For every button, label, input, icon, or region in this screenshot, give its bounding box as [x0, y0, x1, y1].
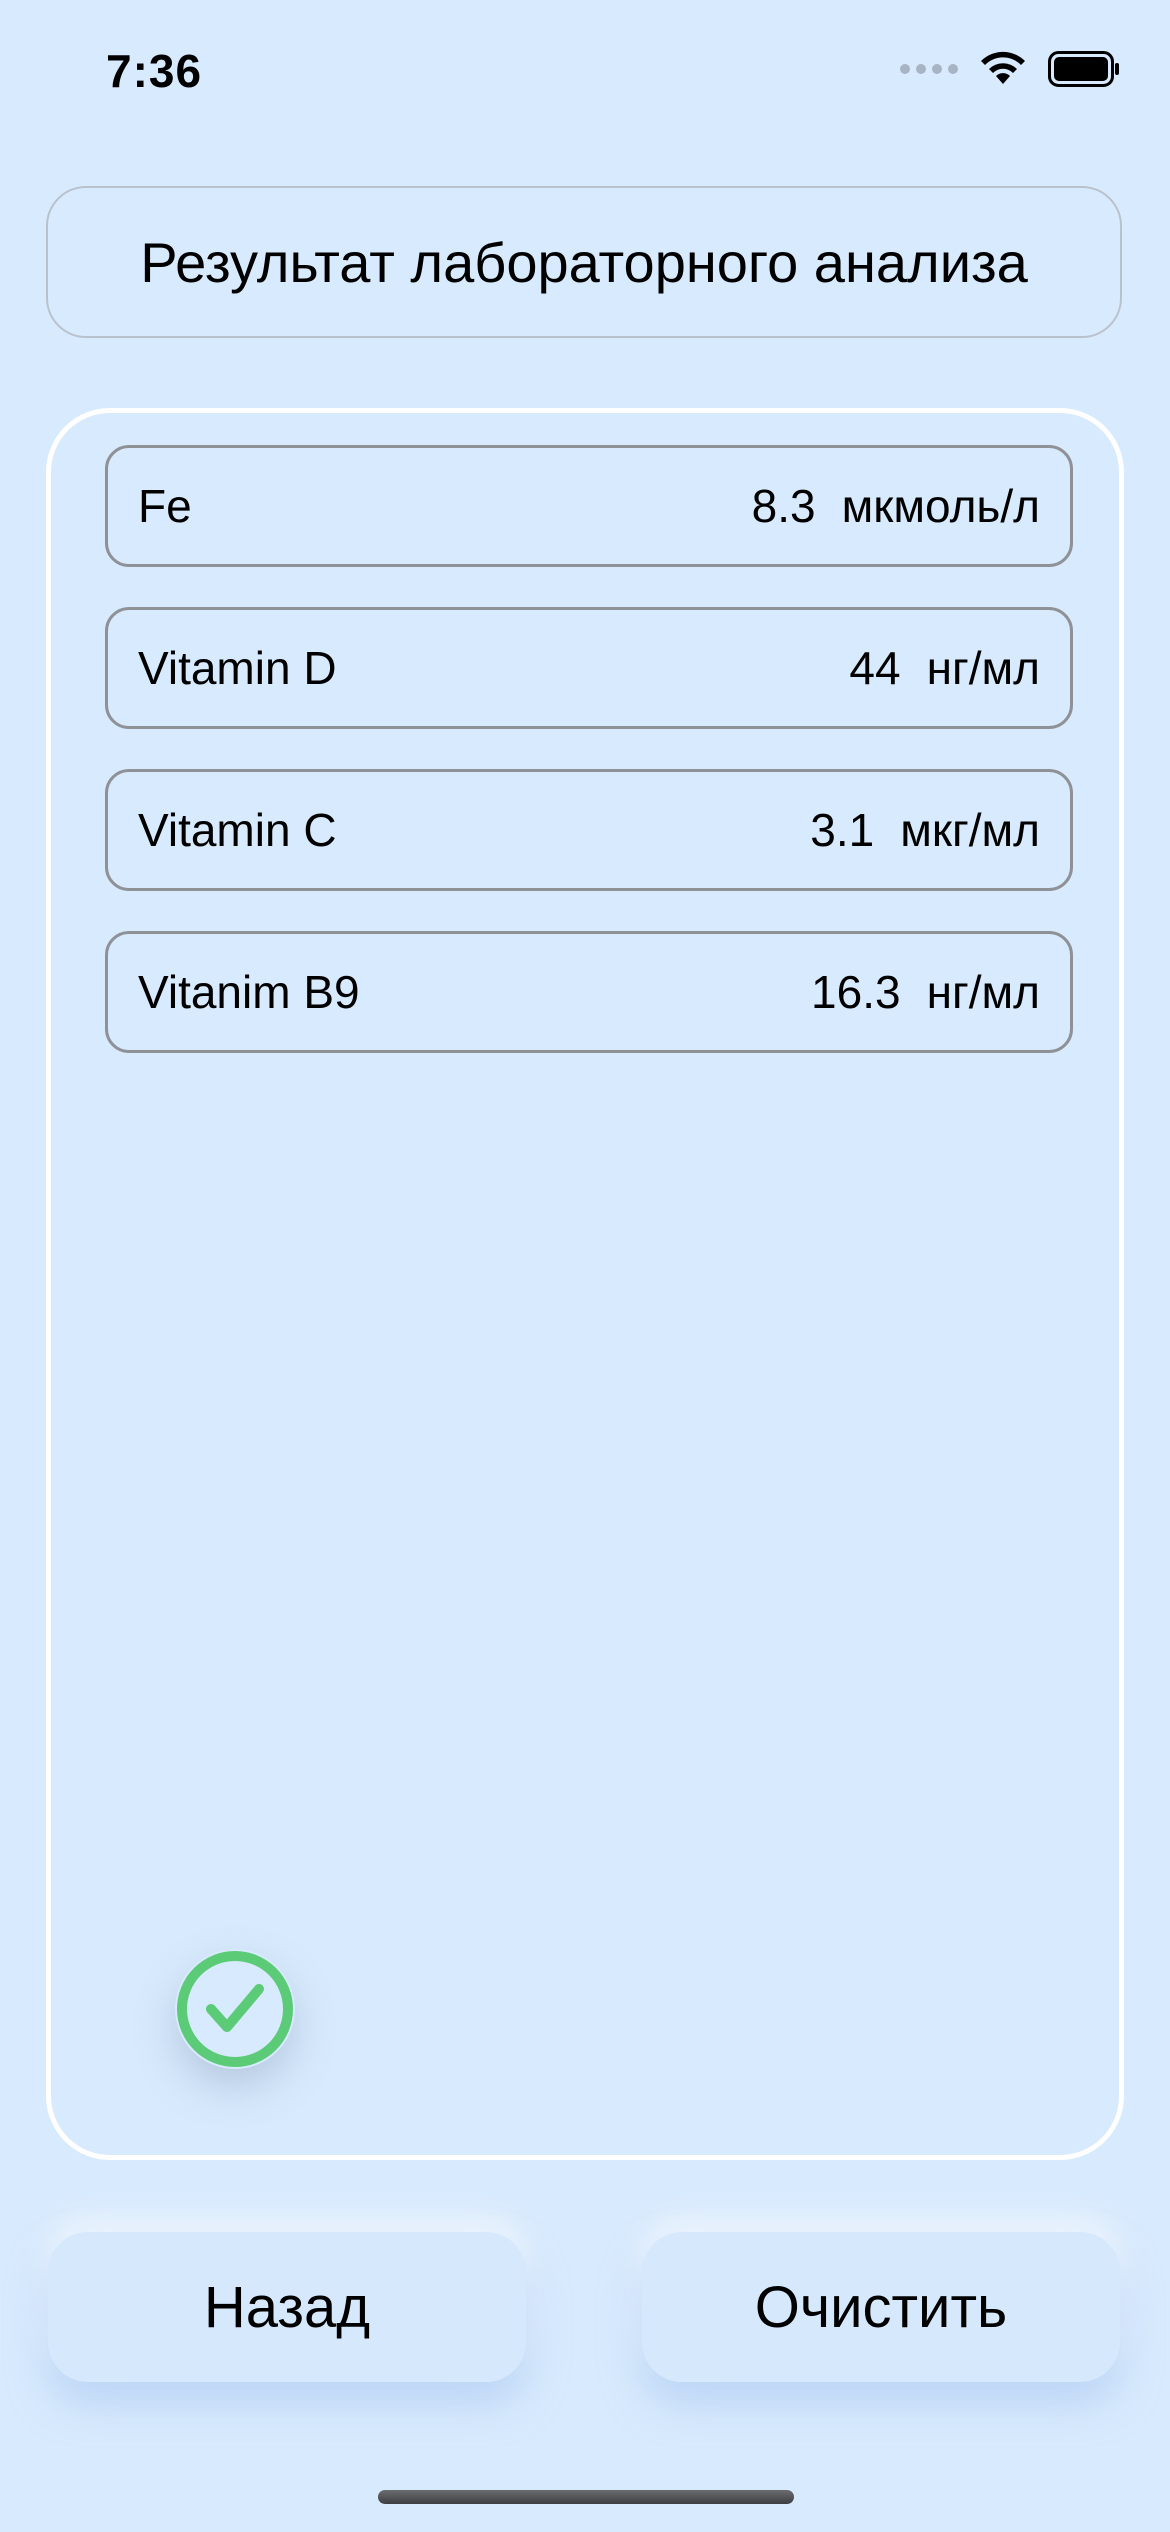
result-name: Vitamin C — [138, 804, 337, 856]
results-panel: Fe 8.3 мкмоль/л Vitamin D 44 нг/мл Vitam… — [46, 408, 1124, 2160]
result-value: 3.1 — [810, 804, 875, 856]
result-unit: мкмоль/л — [841, 480, 1040, 532]
result-value-group: 16.3 нг/мл — [811, 965, 1040, 1019]
result-row-vitamin-d: Vitamin D 44 нг/мл — [105, 607, 1073, 729]
result-name: Vitamin D — [138, 642, 337, 694]
status-time: 7:36 — [106, 45, 203, 97]
result-value: 44 — [849, 642, 901, 694]
battery-icon — [1048, 51, 1120, 87]
result-name: Fe — [138, 480, 192, 532]
result-name: Vitanim B9 — [138, 966, 360, 1018]
wifi-icon — [978, 50, 1028, 88]
clear-button[interactable]: Очистить — [642, 2232, 1120, 2382]
result-value: 8.3 — [751, 480, 816, 532]
result-value: 16.3 — [811, 966, 901, 1018]
page-title: Результат лабораторного анализа — [140, 230, 1028, 294]
result-value-group: 44 нг/мл — [849, 641, 1040, 695]
result-value-group: 3.1 мкг/мл — [810, 803, 1040, 857]
status-icons — [900, 50, 1120, 88]
result-value-group: 8.3 мкмоль/л — [752, 479, 1040, 533]
home-indicator[interactable] — [378, 2490, 794, 2504]
result-unit: нг/мл — [926, 966, 1040, 1018]
result-unit: нг/мл — [926, 642, 1040, 694]
result-row-vitamin-c: Vitamin C 3.1 мкг/мл — [105, 769, 1073, 891]
page-title-container: Результат лабораторного анализа — [46, 186, 1122, 338]
back-button[interactable]: Назад — [48, 2232, 526, 2382]
cellular-signal-icon — [900, 64, 958, 74]
result-row-vitamin-b9: Vitanim B9 16.3 нг/мл — [105, 931, 1073, 1053]
result-unit: мкг/мл — [900, 804, 1040, 856]
check-circle-icon — [175, 1949, 295, 2069]
result-row-fe: Fe 8.3 мкмоль/л — [105, 445, 1073, 567]
